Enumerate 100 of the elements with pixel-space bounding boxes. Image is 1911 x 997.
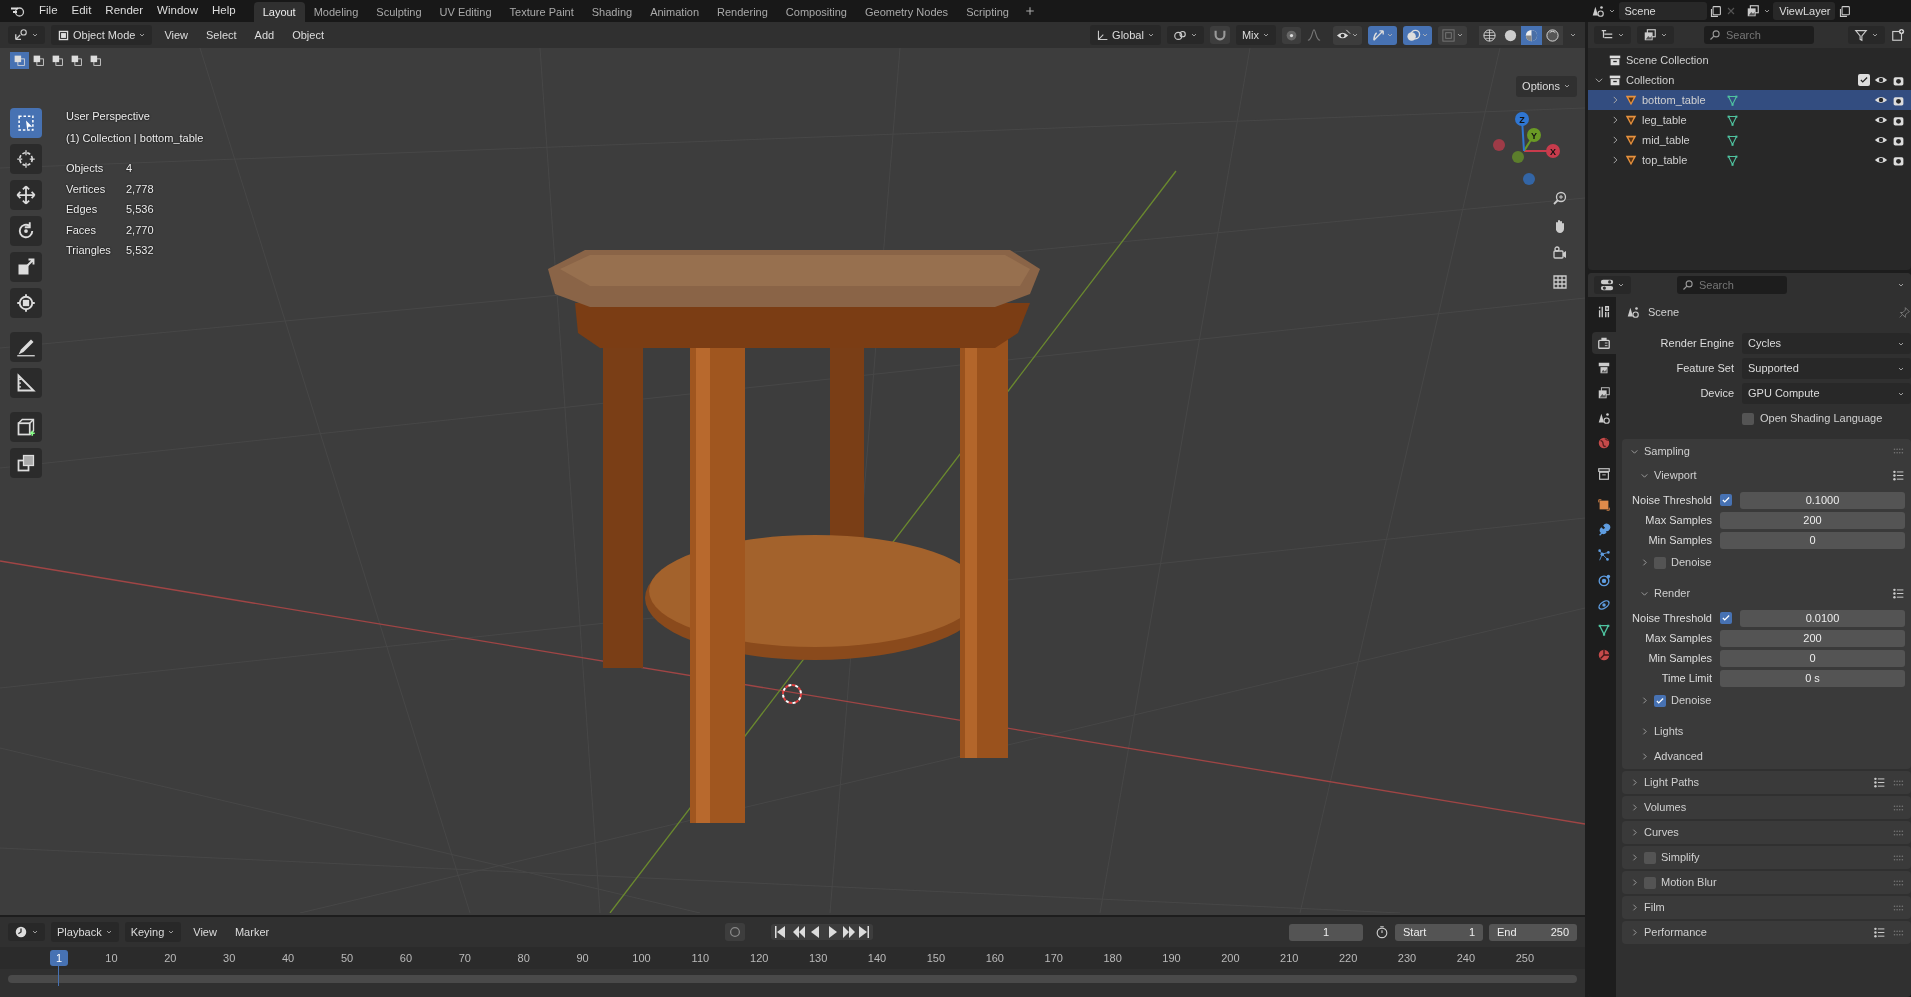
- overlay-toggle[interactable]: [1368, 25, 1397, 45]
- grid-icon[interactable]: [1552, 274, 1568, 290]
- copy-icon[interactable]: [1838, 4, 1851, 18]
- mesh-icon[interactable]: [1726, 93, 1739, 107]
- pin-icon[interactable]: [1898, 305, 1911, 319]
- number-field[interactable]: 0: [1720, 649, 1905, 667]
- 3d-cursor-icon[interactable]: [782, 684, 802, 704]
- workspace-tab[interactable]: Sculpting: [367, 1, 431, 22]
- property-tab[interactable]: [1592, 332, 1616, 354]
- shapes-icon[interactable]: [1591, 4, 1605, 18]
- chevron-icon[interactable]: [1630, 878, 1639, 887]
- snap-toggle[interactable]: [1209, 26, 1230, 44]
- overlay-toggle[interactable]: [1403, 25, 1432, 45]
- tree-item[interactable]: mid_table: [1642, 131, 1722, 149]
- mesh-icon[interactable]: [1726, 153, 1739, 167]
- editor-type-button[interactable]: [8, 26, 45, 44]
- pivot-dropdown[interactable]: [1166, 26, 1204, 44]
- chevron-icon[interactable]: [1610, 95, 1620, 105]
- overlay-toggle[interactable]: [1333, 25, 1362, 45]
- menu-item[interactable]: Add: [248, 24, 281, 46]
- checkbox[interactable]: [1720, 612, 1732, 624]
- menu-item[interactable]: View: [158, 24, 195, 46]
- checkbox-label[interactable]: Open Shading Language: [1760, 410, 1883, 427]
- menu-item[interactable]: View: [187, 921, 223, 943]
- list-icon[interactable]: [1873, 776, 1886, 789]
- chevron-icon[interactable]: [1630, 853, 1639, 862]
- menu-item[interactable]: Object: [286, 24, 330, 46]
- new-collection-icon[interactable]: [1891, 28, 1905, 42]
- search-field[interactable]: Search: [1704, 25, 1814, 45]
- checkbox[interactable]: [1742, 412, 1754, 425]
- workspace-tab[interactable]: Shading: [582, 1, 642, 22]
- list-icon[interactable]: [1892, 469, 1905, 482]
- chevron-icon[interactable]: [1640, 589, 1649, 598]
- workspace-tab[interactable]: Animation: [641, 1, 709, 22]
- proportional-toggle[interactable]: [1282, 26, 1301, 44]
- chevron-icon[interactable]: [1630, 828, 1639, 837]
- current-frame-marker[interactable]: 1: [50, 950, 69, 966]
- checkbox[interactable]: [1858, 74, 1870, 86]
- menu-item[interactable]: File: [32, 2, 65, 20]
- zoom-icon[interactable]: [1552, 190, 1568, 206]
- panel-title[interactable]: Render: [1654, 585, 1691, 602]
- panel-title[interactable]: Sampling: [1644, 442, 1690, 460]
- panel-title[interactable]: Denoise: [1671, 554, 1712, 571]
- caret-icon[interactable]: [1607, 7, 1616, 15]
- mesh-icon[interactable]: [1726, 113, 1739, 127]
- start-frame-field[interactable]: Start 1: [1395, 923, 1483, 941]
- menu-item[interactable]: Edit: [64, 2, 99, 20]
- tool-button[interactable]: [10, 144, 42, 174]
- menu-item[interactable]: Marker: [228, 921, 276, 943]
- tree-item[interactable]: Scene Collection: [1626, 51, 1709, 69]
- number-field[interactable]: 200: [1720, 511, 1905, 529]
- view-layer-button[interactable]: [1637, 26, 1674, 44]
- tool-button[interactable]: [10, 108, 42, 138]
- dropdown[interactable]: GPU Compute: [1742, 383, 1911, 404]
- tool-button[interactable]: [10, 180, 42, 210]
- stopwatch-icon[interactable]: [1375, 925, 1389, 939]
- number-field[interactable]: 0.1000: [1740, 491, 1905, 509]
- tree-item[interactable]: top_table: [1642, 151, 1722, 169]
- shading-button[interactable]: [1521, 25, 1542, 45]
- mode-dropdown[interactable]: Object Mode: [51, 24, 153, 46]
- chevron-icon[interactable]: [1630, 778, 1639, 787]
- dropdown[interactable]: Cycles: [1742, 333, 1911, 354]
- chevron-icon[interactable]: [1640, 471, 1649, 480]
- tool-button[interactable]: [10, 288, 42, 318]
- menu-item[interactable]: Window: [150, 2, 205, 20]
- list-icon[interactable]: [1892, 587, 1905, 600]
- overlay-toggle[interactable]: [1438, 25, 1467, 45]
- workspace-tab[interactable]: UV Editing: [430, 1, 501, 22]
- checkbox[interactable]: [1720, 494, 1732, 506]
- number-field[interactable]: 0 s: [1720, 669, 1905, 687]
- menu-item[interactable]: Help: [205, 2, 243, 20]
- chevron-icon[interactable]: [1630, 928, 1639, 937]
- workspace-tab[interactable]: Compositing: [776, 1, 856, 22]
- number-field[interactable]: 0.0100: [1740, 609, 1905, 627]
- dropdown[interactable]: Supported: [1742, 358, 1911, 379]
- current-frame-field[interactable]: 1: [1289, 923, 1363, 941]
- list-icon[interactable]: [1873, 926, 1886, 939]
- checkbox[interactable]: [1644, 876, 1656, 889]
- chevron-icon[interactable]: [1640, 558, 1649, 567]
- caret-icon[interactable]: [1569, 31, 1577, 39]
- checkbox[interactable]: [1654, 556, 1666, 569]
- shading-button[interactable]: [1542, 25, 1563, 45]
- menu-dropdown[interactable]: Playback: [51, 921, 119, 943]
- menu-item[interactable]: Select: [200, 24, 243, 46]
- panel-title[interactable]: Motion Blur: [1661, 874, 1717, 891]
- panel-title[interactable]: Denoise: [1671, 692, 1712, 709]
- tool-button[interactable]: [10, 412, 42, 442]
- end-frame-field[interactable]: End 250: [1489, 923, 1577, 941]
- panel-title[interactable]: Simplify: [1661, 849, 1700, 866]
- number-field[interactable]: 200: [1720, 629, 1905, 647]
- record-button[interactable]: [725, 923, 746, 941]
- display-mode-button[interactable]: [1594, 26, 1631, 44]
- workspace-tab[interactable]: Modeling: [304, 1, 368, 22]
- chevron-icon[interactable]: [1630, 803, 1639, 812]
- panel-title[interactable]: Volumes: [1644, 799, 1687, 816]
- mesh-icon[interactable]: [1726, 133, 1739, 147]
- options-dropdown[interactable]: Options: [1516, 76, 1577, 97]
- menu-dropdown[interactable]: Keying: [124, 921, 182, 943]
- plus-icon[interactable]: [1023, 5, 1036, 17]
- chevron-icon[interactable]: [1610, 155, 1620, 165]
